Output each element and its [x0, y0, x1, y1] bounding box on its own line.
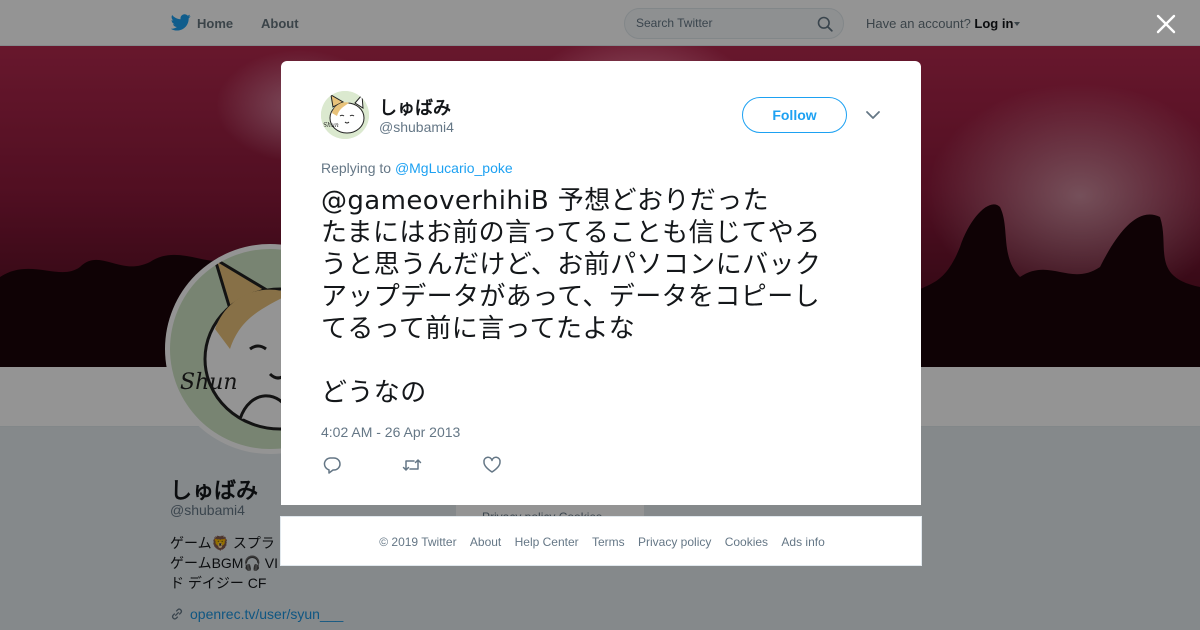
tweet-text-line: どうなの — [321, 378, 427, 408]
svg-text:Shun: Shun — [323, 122, 339, 129]
tweet-author-avatar[interactable]: Shun — [321, 91, 369, 139]
tweet-text-line: たまにはお前の言ってることも信じてやろ — [321, 218, 821, 248]
tweet-author-name[interactable]: しゅばみ — [379, 94, 451, 120]
footer-links: © 2019 Twitter About Help Center Terms P… — [281, 535, 923, 549]
chevron-down-icon[interactable] — [865, 109, 881, 121]
follow-button[interactable]: Follow — [742, 97, 847, 133]
cat-avatar-image: Shun — [321, 91, 369, 139]
tweet-text-line: てるって前に言ってたよな — [321, 314, 636, 344]
footer-copyright: © 2019 Twitter — [379, 535, 457, 549]
retweet-icon — [402, 459, 422, 471]
like-icon — [483, 456, 501, 473]
tweet-text-line: うと思うんだけど、お前パソコンにバック — [321, 250, 822, 280]
footer-help-link[interactable]: Help Center — [515, 535, 579, 549]
replying-prefix: Replying to — [321, 160, 392, 176]
replying-to: Replying to @MgLucario_poke — [321, 160, 513, 176]
retweet-button[interactable] — [402, 456, 422, 474]
tweet-text-line: @gameoverhihiB 予想どおりだった — [321, 186, 769, 216]
modal-footer: © 2019 Twitter About Help Center Terms P… — [280, 516, 922, 566]
tweet-author-handle[interactable]: @shubami4 — [379, 119, 454, 135]
tweet-timestamp[interactable]: 4:02 AM - 26 Apr 2013 — [321, 424, 460, 440]
reply-button[interactable] — [322, 456, 342, 474]
footer-cookies-link[interactable]: Cookies — [725, 535, 768, 549]
footer-terms-link[interactable]: Terms — [592, 535, 625, 549]
tweet-modal: Shun しゅばみ @shubami4 Follow Replying to @… — [281, 61, 921, 505]
reply-icon — [323, 457, 341, 474]
tweet-text-line: アップデータがあって、データをコピーし — [321, 282, 821, 312]
footer-about-link[interactable]: About — [470, 535, 501, 549]
footer-ads-link[interactable]: Ads info — [781, 535, 824, 549]
replying-to-link[interactable]: @MgLucario_poke — [395, 160, 513, 176]
close-icon[interactable] — [1154, 12, 1178, 36]
tweet-text-blank-line — [321, 345, 881, 377]
footer-privacy-link[interactable]: Privacy policy — [638, 535, 711, 549]
like-button[interactable] — [482, 456, 502, 474]
tweet-text: @gameoverhihiB 予想どおりだった たまにはお前の言ってることも信じ… — [321, 185, 881, 409]
